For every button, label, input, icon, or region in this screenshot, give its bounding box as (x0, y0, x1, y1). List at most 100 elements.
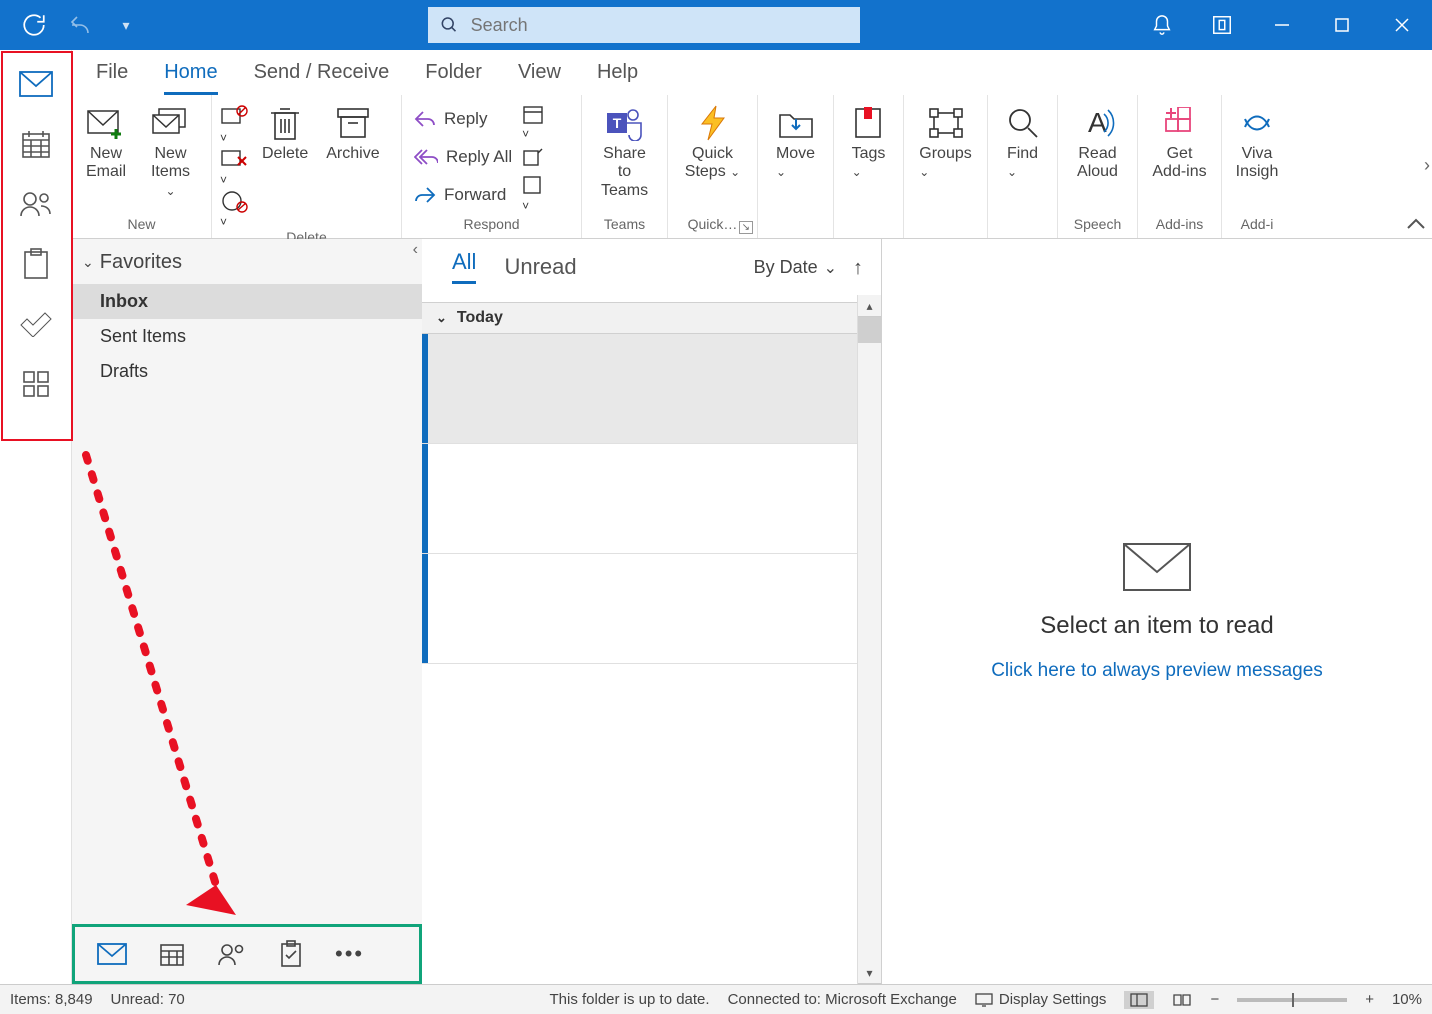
forward-icon (414, 186, 436, 204)
get-addins-label: Get Add-ins (1152, 145, 1206, 182)
delete-label: Delete (262, 145, 308, 163)
trash-icon (269, 105, 301, 141)
move-button[interactable]: Move⌄ (770, 101, 821, 184)
nav-people[interactable] (6, 176, 66, 232)
move-label: Move (776, 145, 815, 162)
bottom-nav-more[interactable]: ••• (335, 941, 364, 967)
undo-icon[interactable] (66, 11, 94, 39)
minimize-button[interactable] (1252, 0, 1312, 50)
archive-icon (336, 107, 370, 139)
folder-sent-items[interactable]: Sent Items (72, 319, 422, 354)
favorites-header[interactable]: ⌄ Favorites (72, 239, 422, 284)
quick-steps-button[interactable]: Quick Steps ⌄ (679, 101, 746, 184)
sort-direction-button[interactable]: ↑ (853, 257, 863, 280)
coming-soon-button[interactable] (1192, 0, 1252, 50)
cleanup-button[interactable]: ˅ (220, 147, 250, 187)
filter-all[interactable]: All (452, 249, 476, 284)
share-teams-button[interactable]: T Share to Teams (590, 101, 659, 202)
view-normal-button[interactable] (1124, 991, 1154, 1009)
nav-calendar[interactable] (6, 116, 66, 172)
folder-drafts[interactable]: Drafts (72, 354, 422, 389)
lightning-icon (698, 104, 728, 142)
delete-button[interactable]: Delete (256, 101, 314, 165)
junk-button[interactable]: ˅ (220, 189, 250, 229)
nav-tasks[interactable] (6, 236, 66, 292)
nav-more-apps[interactable] (6, 356, 66, 412)
close-button[interactable] (1372, 0, 1432, 50)
get-addins-button[interactable]: Get Add-ins (1146, 101, 1212, 184)
new-items-label: New Items (151, 145, 190, 180)
nav-todo[interactable] (6, 296, 66, 352)
message-item-3[interactable] (422, 554, 881, 664)
archive-button[interactable]: Archive (320, 101, 385, 165)
bottom-nav-mail[interactable] (97, 943, 127, 965)
ribbon-scroll-right[interactable]: › (1424, 155, 1430, 176)
new-items-button[interactable]: New Items ⌄ (138, 101, 203, 202)
groups-button[interactable]: Groups⌄ (913, 101, 977, 184)
zoom-value[interactable]: 10% (1392, 991, 1422, 1008)
group-respond-label: Respond (410, 216, 573, 236)
ignore-button[interactable]: ˅ (220, 105, 250, 145)
view-reading-button[interactable] (1172, 993, 1192, 1007)
search-icon (440, 15, 459, 35)
group-quicksteps-label: Quick… ↘ (676, 216, 749, 236)
zoom-out-button[interactable]: − (1210, 991, 1219, 1008)
read-aloud-label: Read Aloud (1077, 145, 1118, 182)
collapse-ribbon-button[interactable] (1406, 218, 1426, 232)
find-label: Find (1007, 145, 1038, 162)
folder-pane: ‹ ⌄ Favorites Inbox Sent Items Drafts (72, 239, 422, 984)
folder-inbox[interactable]: Inbox (72, 284, 422, 319)
group-viva-label: Add-i (1230, 216, 1284, 236)
bottom-nav-people[interactable] (217, 942, 247, 966)
message-item-1[interactable] (422, 334, 881, 444)
maximize-button[interactable] (1312, 0, 1372, 50)
clipboard-icon (22, 248, 50, 280)
viva-icon (1239, 107, 1275, 139)
qat-more-icon[interactable]: ▾ (112, 11, 140, 39)
tab-help[interactable]: Help (597, 61, 638, 95)
reply-button[interactable]: Reply (410, 103, 516, 135)
addins-icon (1162, 107, 1198, 139)
tab-send-receive[interactable]: Send / Receive (254, 61, 390, 95)
tags-button[interactable]: Tags⌄ (846, 101, 892, 184)
display-settings-button[interactable]: Display Settings (975, 991, 1107, 1008)
tab-file[interactable]: File (96, 61, 128, 95)
share-to-teams-small[interactable] (522, 147, 546, 169)
zoom-slider[interactable] (1237, 998, 1347, 1002)
search-box[interactable] (428, 7, 860, 43)
message-list-scrollbar[interactable]: ▴ ▾ (857, 295, 881, 984)
group-today[interactable]: ⌄ Today (422, 302, 881, 334)
reply-all-button[interactable]: Reply All (410, 141, 516, 173)
message-item-2[interactable] (422, 444, 881, 554)
viva-insights-button[interactable]: Viva Insigh (1230, 101, 1285, 184)
zoom-in-button[interactable]: + (1365, 991, 1374, 1008)
archive-label: Archive (326, 145, 379, 163)
groups-icon (928, 107, 964, 139)
always-preview-link[interactable]: Click here to always preview messages (991, 660, 1323, 682)
collapse-folder-pane[interactable]: ‹ (413, 241, 418, 259)
read-aloud-button[interactable]: A Read Aloud (1071, 101, 1124, 184)
search-input[interactable] (469, 14, 848, 37)
notifications-button[interactable] (1132, 0, 1192, 50)
svg-text:T: T (612, 115, 621, 131)
tab-folder[interactable]: Folder (425, 61, 482, 95)
meeting-button[interactable]: ˅ (522, 103, 546, 141)
more-respond-button[interactable]: ˅ (522, 175, 546, 213)
reply-all-icon (414, 148, 438, 166)
new-email-label: New Email (86, 145, 126, 182)
sort-button[interactable]: By Date ⌄ (754, 257, 837, 278)
reading-pane-title: Select an item to read (1040, 612, 1273, 640)
group-teams-label: Teams (590, 216, 659, 236)
filter-unread[interactable]: Unread (504, 254, 576, 280)
tab-view[interactable]: View (518, 61, 561, 95)
forward-button[interactable]: Forward (410, 179, 516, 211)
find-button[interactable]: Find⌄ (1001, 101, 1045, 184)
viva-label: Viva Insigh (1236, 145, 1279, 182)
titlebar: ▾ (0, 0, 1432, 50)
nav-mail[interactable] (6, 56, 66, 112)
bottom-nav-calendar[interactable] (159, 941, 185, 967)
bottom-nav-tasks[interactable] (279, 940, 303, 968)
new-email-button[interactable]: New Email (80, 101, 132, 184)
tab-home[interactable]: Home (164, 61, 217, 95)
sync-icon[interactable] (20, 11, 48, 39)
